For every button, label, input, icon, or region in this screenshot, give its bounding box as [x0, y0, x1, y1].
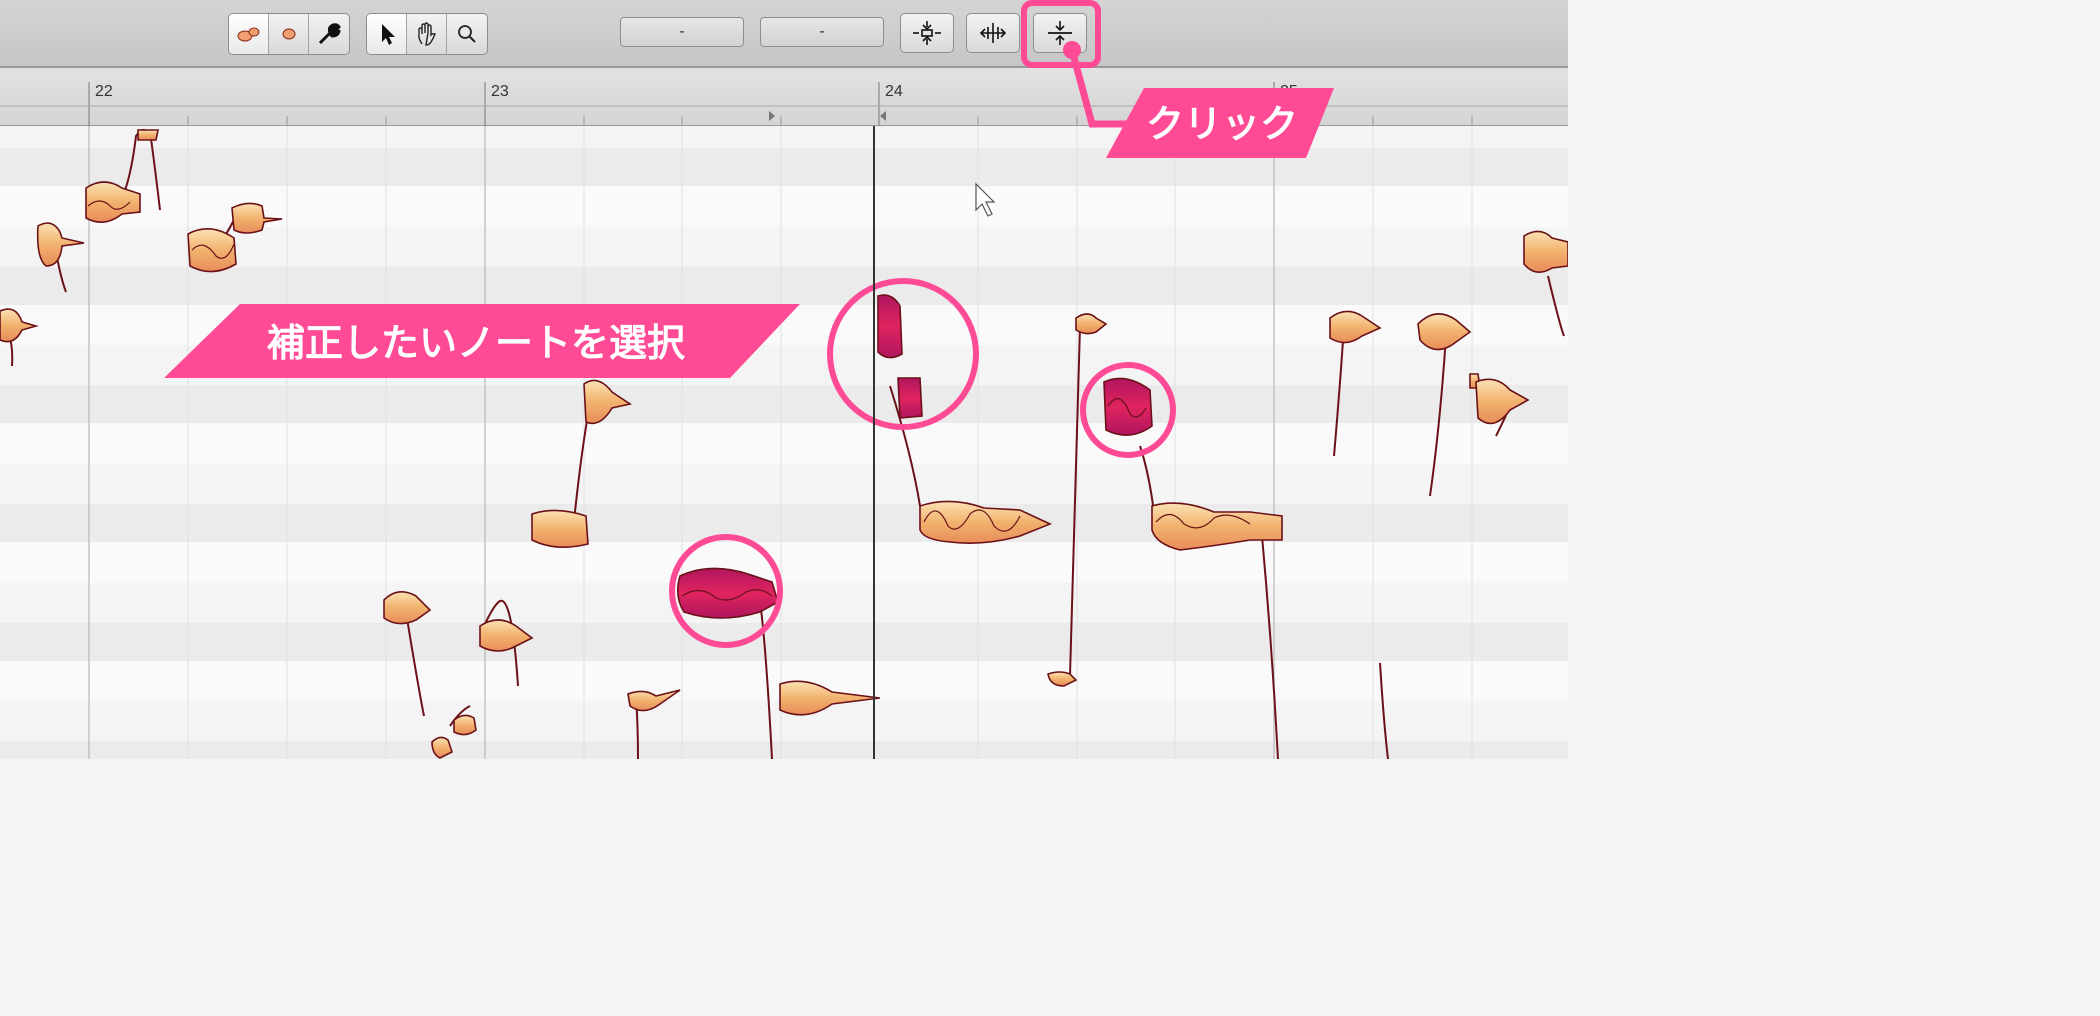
pitch-modulation-button[interactable] [1033, 13, 1087, 53]
selected-note-blob[interactable] [897, 377, 923, 419]
note-blob[interactable] [531, 509, 589, 548]
note-grid [0, 126, 1568, 759]
ruler-ticks [0, 82, 1568, 126]
pitch-drift-button[interactable] [966, 13, 1020, 53]
blob-main-tool-icon [237, 27, 259, 42]
bar-number-25: 25 [1280, 83, 1298, 100]
note-blob[interactable] [36, 222, 85, 267]
magnifier-icon [458, 25, 476, 43]
note-blob[interactable] [137, 129, 159, 141]
blob-secondary-tool-icon [282, 28, 295, 40]
hand-icon [417, 22, 436, 46]
pitch-modulation-icon [1048, 21, 1072, 45]
wrench-tool-button[interactable] [309, 14, 349, 54]
wrench-tool-icon [318, 23, 341, 45]
note-blob[interactable] [383, 591, 432, 625]
pitch-value-field-2[interactable]: - [760, 17, 884, 47]
blob-secondary-tool-button[interactable] [269, 14, 309, 54]
arrow-pointer-icon [381, 24, 395, 45]
note-blob[interactable] [453, 714, 477, 736]
bar-number-22: 22 [95, 83, 113, 100]
center-pitch-button[interactable] [900, 13, 954, 53]
tool-mode-group [228, 13, 350, 55]
selected-note-blob[interactable] [877, 294, 903, 359]
note-blob[interactable] [1523, 230, 1568, 273]
bar-number-23: 23 [491, 83, 509, 100]
selected-note-blob[interactable] [1103, 377, 1153, 436]
playhead-line[interactable] [873, 126, 875, 759]
bar-number-24: 24 [885, 83, 903, 100]
center-pitch-icon [913, 21, 941, 45]
navigation-tool-group [366, 13, 488, 55]
pitch-value-field-1[interactable]: - [620, 17, 744, 47]
hand-tool-button[interactable] [407, 14, 447, 54]
toolbar: - - [0, 0, 1568, 68]
pitch-drift-icon [979, 23, 1007, 43]
blob-main-tool-button[interactable] [229, 14, 269, 54]
timeline-ruler[interactable]: 22 23 24 25 [0, 68, 1568, 126]
note-editor[interactable] [0, 126, 1568, 759]
pointer-tool-button[interactable] [367, 14, 407, 54]
zoom-tool-button[interactable] [447, 14, 487, 54]
